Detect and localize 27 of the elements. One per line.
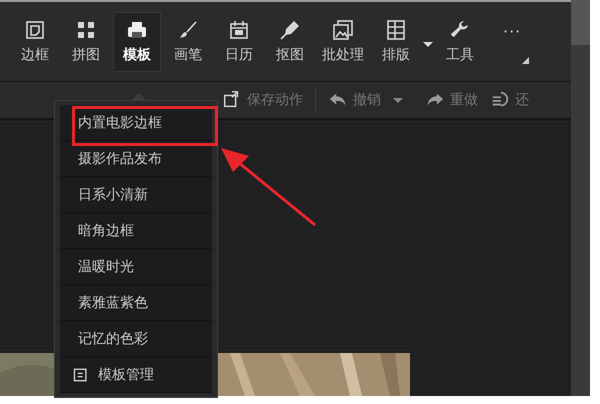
menu-item[interactable]: 温暖时光 xyxy=(60,249,212,285)
menu-item[interactable]: 素雅蓝紫色 xyxy=(60,285,212,321)
image-stack-icon xyxy=(332,19,354,41)
menu-item[interactable]: 模板管理 xyxy=(98,366,154,384)
toolbar-button[interactable]: 排版 xyxy=(372,12,420,72)
toolbar-button[interactable]: 画笔 xyxy=(164,12,212,72)
menu-item[interactable]: 记忆的色彩 xyxy=(60,321,212,357)
menu-item[interactable]: 摄影作品发布 xyxy=(60,141,212,177)
layout-icon xyxy=(385,19,407,41)
grid-icon xyxy=(75,19,97,41)
toolbar-button[interactable]: 工具 xyxy=(436,12,484,72)
pen-nib-icon xyxy=(279,19,301,41)
frame-icon xyxy=(24,19,46,41)
menu-item[interactable]: 暗角边框 xyxy=(60,213,212,249)
menu-item[interactable]: 日系小清新 xyxy=(60,177,212,213)
toolbar-button[interactable]: 抠图 xyxy=(266,12,314,72)
printer-icon xyxy=(126,19,148,41)
toolbar-button[interactable]: 边框 xyxy=(11,12,59,72)
menu-item[interactable]: 内置电影边框 xyxy=(60,105,212,141)
expand-icon[interactable] xyxy=(522,57,529,64)
toolbar-button[interactable]: 日历 xyxy=(215,12,263,72)
calendar-icon xyxy=(228,19,250,41)
toolbar-button[interactable]: 拼图 xyxy=(62,12,110,72)
more-button[interactable]: ··· xyxy=(503,22,522,41)
toolbar-button[interactable]: 批处理 xyxy=(317,12,369,72)
toolbar-button[interactable]: 模板 xyxy=(113,12,161,72)
brush-icon xyxy=(177,19,199,41)
